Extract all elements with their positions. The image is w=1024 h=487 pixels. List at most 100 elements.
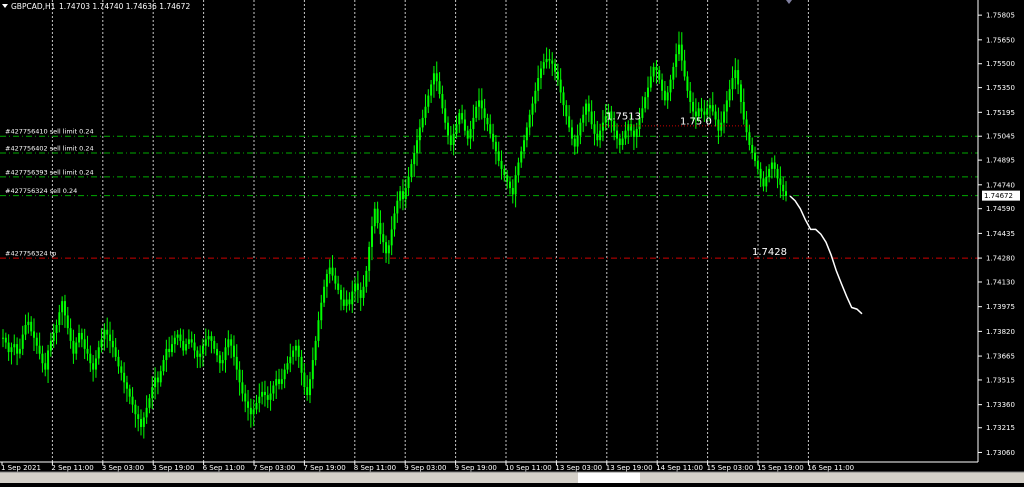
candle-body: [168, 348, 171, 353]
candle-body: [151, 387, 154, 399]
candle-body: [283, 369, 286, 380]
price-tick-label: 1.74280: [986, 255, 1015, 263]
time-tick-label: 10 Sep 11:00: [505, 464, 552, 472]
candle-body: [559, 79, 562, 93]
candle-body: [652, 66, 655, 77]
candle-body: [348, 299, 351, 305]
price-tick-label: 1.75650: [986, 36, 1015, 44]
candle-body: [75, 342, 78, 354]
candle-body: [500, 160, 503, 169]
candle-body: [185, 344, 188, 351]
candle-body: [379, 223, 382, 235]
chart-tab-active[interactable]: [578, 472, 640, 483]
candle-body: [469, 129, 472, 139]
candle-body: [728, 89, 731, 101]
candle-body: [342, 299, 345, 306]
candle-body: [416, 140, 419, 153]
candle-body: [142, 417, 145, 427]
candle-body: [216, 348, 219, 356]
candle-body: [714, 111, 717, 120]
candle-body: [590, 111, 593, 125]
price-tick-label: 1.73975: [986, 303, 1015, 311]
candle-body: [86, 348, 89, 354]
price-tick-label: 1.75500: [986, 60, 1015, 68]
order-level-label: #427756324 tp: [5, 250, 56, 258]
candle-body: [263, 391, 266, 396]
price-tick-label: 1.74590: [986, 205, 1015, 213]
candle-body: [303, 372, 306, 388]
candle-body: [661, 79, 664, 91]
candle-body: [213, 340, 216, 349]
candle-body: [83, 339, 86, 349]
candle-body: [686, 76, 689, 91]
candle-body: [230, 339, 233, 346]
candle-body: [244, 393, 247, 402]
candle-body: [663, 90, 666, 101]
candle-body: [145, 407, 148, 418]
current-price-value: 1.74672: [984, 192, 1013, 200]
candle-body: [2, 337, 4, 339]
candle-body: [385, 242, 388, 254]
candle-body: [356, 283, 359, 290]
candle-body: [562, 92, 565, 106]
candle-body: [542, 62, 545, 69]
time-tick-label: 9 Sep 03:00: [404, 464, 446, 472]
candle-body: [432, 73, 435, 85]
candle-body: [393, 213, 396, 230]
candle-body: [511, 187, 514, 195]
candle-body: [534, 90, 537, 104]
candle-body: [768, 168, 771, 177]
candle-body: [106, 329, 109, 335]
candle-body: [55, 324, 58, 333]
candle-body: [762, 178, 765, 187]
candle-body: [438, 81, 441, 94]
candle-body: [666, 92, 669, 101]
chart-window[interactable]: #427756410 sell limit 0.24 #427756402 sel…: [0, 0, 1024, 483]
candle-body: [630, 124, 633, 131]
candle-body: [44, 363, 47, 370]
candle-body: [334, 275, 337, 284]
candle-body: [399, 191, 402, 201]
candle-body: [497, 151, 500, 161]
candle-body: [596, 133, 599, 141]
candle-body: [731, 78, 734, 90]
candle-body: [677, 44, 680, 55]
candle-body: [373, 208, 376, 227]
candle-body: [528, 114, 531, 128]
price-tick-label: 1.74130: [986, 278, 1015, 286]
candle-body: [773, 162, 776, 169]
candle-body: [255, 403, 258, 410]
candle-body: [461, 113, 464, 120]
time-tick-label: 16 Sep 11:00: [807, 464, 854, 472]
candle-body: [401, 191, 404, 200]
candle-body: [517, 162, 520, 176]
candle-body: [10, 347, 13, 353]
candle-body: [114, 347, 117, 357]
candle-body: [368, 246, 371, 271]
candle-body: [351, 291, 354, 305]
candle-body: [410, 164, 413, 177]
candle-body: [41, 353, 44, 364]
current-price-badge: 1.74672: [982, 190, 1020, 201]
candle-body: [689, 90, 692, 102]
candle-body: [669, 79, 672, 93]
candle-body: [455, 124, 458, 134]
candle-body: [131, 396, 134, 405]
time-axis[interactable]: 1 Sep 2021 2 Sep 11:00 3 Sep 03:00 3 Sep 19…: [1, 462, 854, 472]
candle-body: [89, 353, 92, 364]
candle-body: [658, 70, 661, 80]
candle-body: [30, 321, 33, 332]
candle-body: [477, 100, 480, 107]
candle-body: [249, 407, 252, 415]
candle-body: [576, 135, 579, 147]
candle-body: [692, 101, 695, 112]
candle-body: [601, 122, 604, 131]
candle-body: [320, 302, 323, 321]
candle-body: [585, 103, 588, 115]
candle-body: [297, 345, 300, 357]
price-chart[interactable]: #427756410 sell limit 0.24 #427756402 sel…: [0, 0, 1024, 483]
price-tick-label: 1.73665: [986, 353, 1015, 361]
time-tick-label: 3 Sep 03:00: [102, 464, 144, 472]
candle-body: [165, 348, 168, 361]
candle-body: [717, 119, 720, 131]
